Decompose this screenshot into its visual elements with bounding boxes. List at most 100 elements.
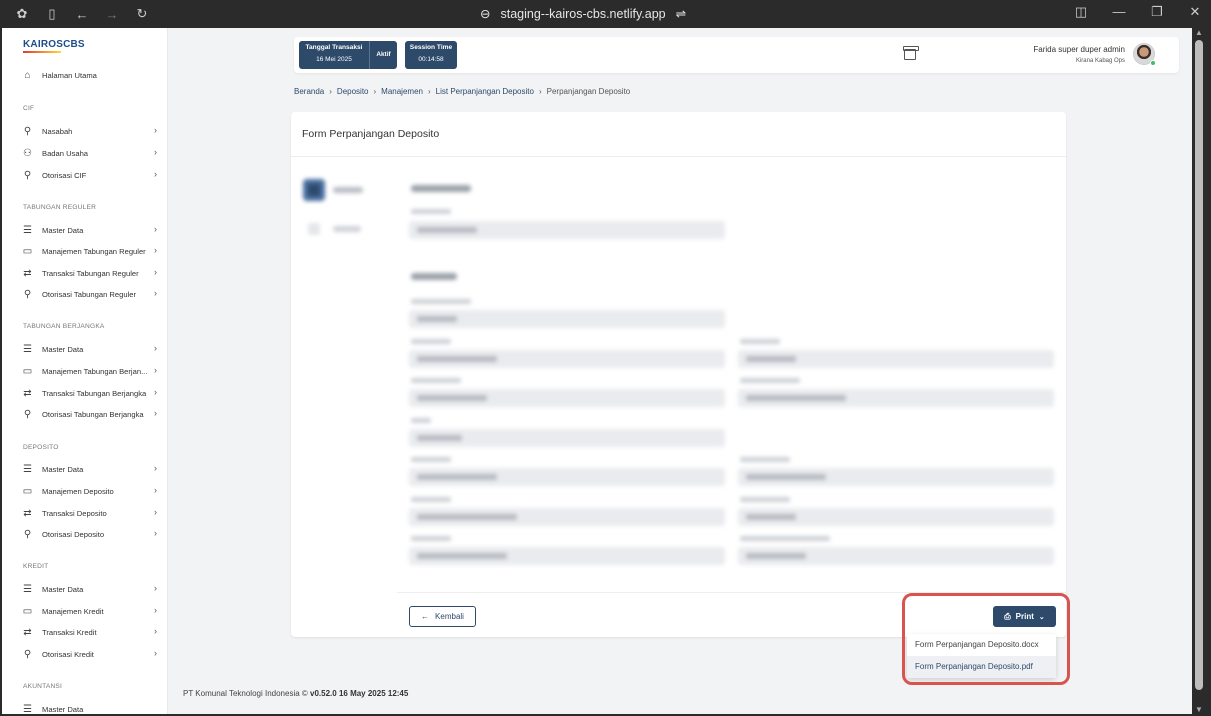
sidebar-item-label: Transaksi Tabungan Reguler: [42, 268, 139, 278]
field-placeholder: [738, 508, 1054, 526]
transaction-status: Aktif: [376, 51, 391, 58]
chevron-right-icon: ›: [154, 387, 157, 397]
sidebar-item-nasabah[interactable]: ⚲ Nasabah ›: [21, 121, 161, 141]
field-label-placeholder: [411, 457, 451, 462]
sidebar-item-label: Otorisasi CIF: [42, 170, 87, 180]
forward-arrow-icon[interactable]: →: [104, 6, 120, 22]
chevron-right-icon: ›: [154, 169, 157, 179]
archive-icon: ▭: [22, 245, 33, 257]
sidebar-item-otorisasi-kredit[interactable]: ⚲ Otorisasi Kredit ›: [21, 644, 161, 664]
print-button[interactable]: ⎙ Print ⌄: [993, 606, 1056, 627]
sidebar-toggle-icon[interactable]: ▯: [44, 6, 60, 22]
form-card: Form Perpanjangan Deposito ← Kembali: [291, 112, 1066, 637]
page-scrollbar[interactable]: ▲ ▼: [1192, 28, 1211, 716]
transfer-icon: ⇄: [23, 626, 32, 638]
scroll-up-icon[interactable]: ▲: [1195, 28, 1203, 37]
sidebar-item-otorisasi-cif[interactable]: ⚲ Otorisasi CIF ›: [21, 165, 161, 185]
sidebar-item-master-data-berjangka[interactable]: ☰ Master Data ›: [21, 339, 161, 359]
chevron-right-icon: ›: [154, 245, 157, 255]
breadcrumb-manajemen[interactable]: Manajemen: [381, 87, 423, 96]
sidebar-item-transaksi-tabungan-berjangka[interactable]: ⇄ Transaksi Tabungan Berjangka ›: [21, 383, 161, 403]
field-placeholder: [738, 350, 1054, 368]
step-label-placeholder: [333, 226, 361, 232]
breadcrumb-list-perpanjangan[interactable]: List Perpanjangan Deposito: [436, 87, 534, 96]
transfer-icon: ⇄: [23, 387, 32, 399]
field-label-placeholder: [411, 339, 451, 344]
sidebar-item-otorisasi-tabungan-berjangka[interactable]: ⚲ Otorisasi Tabungan Berjangka ›: [21, 404, 161, 424]
back-button[interactable]: ← Kembali: [409, 606, 476, 627]
field-label-placeholder: [411, 497, 451, 502]
field-placeholder: [409, 547, 725, 565]
field-label-placeholder: [740, 378, 800, 383]
session-time-badge: Session Time 00:14:58: [405, 41, 457, 69]
sidebar-item-label: Otorisasi Tabungan Berjangka: [42, 409, 144, 419]
settings-slider-icon[interactable]: ⇌: [676, 6, 686, 21]
field-placeholder: [409, 389, 725, 407]
sidebar-item-master-data-akuntansi[interactable]: ☰ Master Data: [21, 699, 161, 715]
transaction-date-badge: Tanggal Transaksi 16 Mei 2025 Aktif: [299, 41, 397, 69]
sidebar-item-manajemen-tabungan-reguler[interactable]: ▭ Manajemen Tabungan Reguler ›: [21, 241, 161, 261]
chevron-right-icon: ›: [154, 583, 157, 593]
field-label-placeholder: [740, 339, 780, 344]
field-label-placeholder: [411, 536, 451, 541]
sidebar-item-master-data-kredit[interactable]: ☰ Master Data ›: [21, 579, 161, 599]
chevron-right-icon: ›: [427, 87, 431, 96]
sidebar-item-manajemen-kredit[interactable]: ▭ Manajemen Kredit ›: [21, 601, 161, 621]
archive-icon: ▭: [22, 605, 33, 617]
reload-icon[interactable]: ↻: [134, 6, 150, 22]
step-indicator-inactive: [308, 223, 320, 235]
field-label-placeholder: [411, 418, 431, 423]
sidebar-section-kredit: KREDIT: [23, 563, 49, 570]
sidebar-item-otorisasi-deposito[interactable]: ⚲ Otorisasi Deposito ›: [21, 524, 161, 544]
field-placeholder: [738, 547, 1054, 565]
breadcrumb-beranda[interactable]: Beranda: [294, 87, 324, 96]
back-arrow-icon[interactable]: ←: [74, 6, 90, 22]
section-heading-placeholder: [411, 273, 457, 280]
breadcrumb: Beranda › Deposito › Manajemen › List Pe…: [294, 87, 630, 96]
sidebar-item-manajemen-tabungan-berjangka[interactable]: ▭ Manajemen Tabungan Berjan... ›: [21, 361, 161, 381]
split-view-icon[interactable]: ◫: [1073, 4, 1089, 20]
user-check-icon: ⚲: [23, 288, 32, 300]
browser-icon[interactable]: ✿: [14, 6, 30, 22]
sidebar-item-home[interactable]: ⌂ Halaman Utama: [21, 65, 161, 85]
breadcrumb-deposito[interactable]: Deposito: [337, 87, 369, 96]
scroll-down-icon[interactable]: ▼: [1195, 705, 1203, 714]
sidebar-item-label: Otorisasi Kredit: [42, 649, 94, 659]
transfer-icon: ⇄: [23, 507, 32, 519]
archive-icon[interactable]: [903, 46, 919, 60]
chevron-right-icon: ›: [154, 267, 157, 277]
print-dropdown-menu: Form Perpanjangan Deposito.docx Form Per…: [907, 634, 1056, 678]
chevron-right-icon: ›: [538, 87, 542, 96]
minimize-icon[interactable]: —: [1111, 4, 1127, 20]
chevron-right-icon: ›: [154, 485, 157, 495]
sidebar-item-transaksi-kredit[interactable]: ⇄ Transaksi Kredit ›: [21, 622, 161, 642]
back-button-label: Kembali: [435, 612, 464, 621]
print-option-pdf[interactable]: Form Perpanjangan Deposito.pdf: [907, 656, 1056, 678]
sidebar-section-tabungan-reguler: TABUNGAN REGULER: [23, 204, 97, 211]
sidebar-item-label: Master Data: [42, 344, 84, 354]
print-option-docx[interactable]: Form Perpanjangan Deposito.docx: [907, 634, 1056, 656]
sidebar-item-label: Halaman Utama: [42, 70, 97, 80]
sidebar-item-label: Transaksi Tabungan Berjangka: [42, 388, 147, 398]
address-bar[interactable]: ⊖ staging--kairos-cbs.netlify.app ⇌: [480, 6, 686, 22]
sidebar-item-otorisasi-tabungan-reguler[interactable]: ⚲ Otorisasi Tabungan Reguler ›: [21, 284, 161, 304]
app-logo[interactable]: KAIROSCBS: [23, 39, 85, 53]
user-check-icon: ⚲: [23, 528, 32, 540]
sidebar-item-transaksi-tabungan-reguler[interactable]: ⇄ Transaksi Tabungan Reguler ›: [21, 263, 161, 283]
transaction-date-label: Tanggal Transaksi: [305, 44, 363, 51]
sidebar-item-label: Manajemen Tabungan Berjan...: [42, 366, 148, 376]
sidebar-item-badan-usaha[interactable]: ⚇ Badan Usaha ›: [21, 143, 161, 163]
transfer-icon: ⇄: [23, 267, 32, 279]
sidebar-item-master-data-reguler[interactable]: ☰ Master Data ›: [21, 220, 161, 240]
session-time-value: 00:14:58: [418, 56, 444, 63]
sidebar-item-manajemen-deposito[interactable]: ▭ Manajemen Deposito ›: [21, 481, 161, 501]
field-placeholder: [409, 350, 725, 368]
close-icon[interactable]: ✕: [1187, 4, 1203, 20]
sidebar-item-master-data-deposito[interactable]: ☰ Master Data ›: [21, 459, 161, 479]
sidebar-item-transaksi-deposito[interactable]: ⇄ Transaksi Deposito ›: [21, 503, 161, 523]
chevron-right-icon: ›: [154, 343, 157, 353]
field-label-placeholder: [411, 378, 461, 383]
scrollbar-thumb[interactable]: [1195, 40, 1203, 690]
sidebar-section-tabungan-berjangka: TABUNGAN BERJANGKA: [23, 323, 105, 330]
restore-icon[interactable]: ❐: [1149, 4, 1165, 20]
